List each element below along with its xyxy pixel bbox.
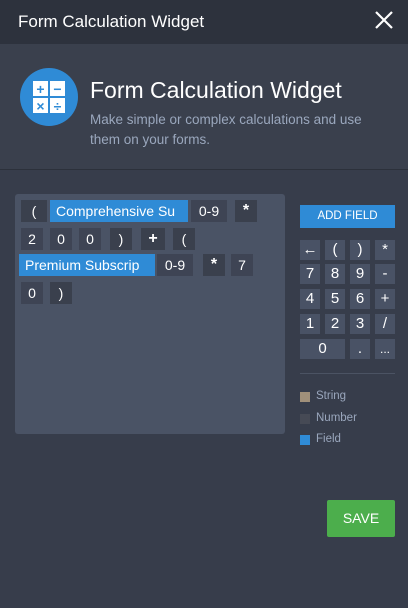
- title-bar: Form Calculation Widget: [0, 0, 408, 44]
- formula-token-multiply[interactable]: *: [235, 200, 257, 222]
- key-7[interactable]: 7: [300, 264, 320, 284]
- formula-token-digit[interactable]: 7: [231, 254, 253, 276]
- key-8[interactable]: 8: [325, 264, 345, 284]
- key-1[interactable]: 1: [300, 314, 320, 334]
- formula-token-field[interactable]: Comprehensive Su: [50, 200, 188, 222]
- key-5[interactable]: 5: [325, 289, 345, 309]
- widget-description: Make simple or complex calculations and …: [90, 112, 362, 147]
- formula-token-close-paren[interactable]: ): [110, 228, 132, 250]
- formula-token-digit[interactable]: 0: [79, 228, 101, 250]
- formula-token-multiply[interactable]: *: [203, 254, 225, 276]
- add-field-button[interactable]: ADD FIELD: [300, 205, 395, 228]
- backspace-key[interactable]: ←: [300, 240, 320, 260]
- key-divide[interactable]: /: [375, 314, 395, 334]
- formula-token-open-paren[interactable]: (: [173, 228, 195, 250]
- key-2[interactable]: 2: [325, 314, 345, 334]
- key-open-paren[interactable]: (: [325, 240, 345, 260]
- keypad-divider: [300, 373, 395, 374]
- key-9[interactable]: 9: [350, 264, 370, 284]
- close-icon[interactable]: [372, 8, 396, 32]
- key-6[interactable]: 6: [350, 289, 370, 309]
- key-more[interactable]: ...: [375, 339, 395, 359]
- legend-swatch-string: [300, 392, 310, 402]
- calculator-icon: + − × ÷: [20, 68, 78, 126]
- formula-token-open-paren[interactable]: (: [21, 200, 47, 222]
- formula-token-digit[interactable]: 0: [21, 282, 43, 304]
- legend-label: Number: [316, 412, 357, 424]
- window-title: Form Calculation Widget: [18, 12, 205, 31]
- formula-token-digit[interactable]: 0: [50, 228, 72, 250]
- key-0[interactable]: 0: [300, 339, 345, 359]
- legend-swatch-number: [300, 414, 310, 424]
- key-3[interactable]: 3: [350, 314, 370, 334]
- multiply-symbol: ×: [33, 98, 48, 113]
- key-multiply[interactable]: *: [375, 240, 395, 260]
- legend-label: String: [316, 390, 347, 402]
- key-minus[interactable]: -: [375, 264, 395, 284]
- key-decimal[interactable]: .: [350, 339, 370, 359]
- formula-token-field[interactable]: Premium Subscrip: [19, 254, 155, 276]
- key-4[interactable]: 4: [300, 289, 320, 309]
- widget-title: Form Calculation Widget: [90, 77, 342, 103]
- plus-symbol: +: [33, 81, 48, 96]
- formula-editor[interactable]: ( Comprehensive Su 0-9 * 2 0 0 ) + ( Pre…: [15, 194, 285, 434]
- formula-token-number[interactable]: 0-9: [157, 254, 193, 276]
- formula-token-digit[interactable]: 2: [21, 228, 43, 250]
- formula-token-plus[interactable]: +: [141, 228, 165, 250]
- formula-token-number[interactable]: 0-9: [191, 200, 227, 222]
- divide-symbol: ÷: [50, 98, 65, 113]
- legend-swatch-field: [300, 435, 310, 445]
- widget-header: + − × ÷ Form Calculation Widget Make sim…: [0, 44, 408, 170]
- save-button[interactable]: SAVE: [327, 500, 395, 537]
- key-close-paren[interactable]: ): [350, 240, 370, 260]
- formula-token-close-paren[interactable]: ): [50, 282, 72, 304]
- minus-symbol: −: [50, 81, 65, 96]
- key-plus[interactable]: +: [375, 289, 395, 309]
- legend-label: Field: [316, 433, 341, 445]
